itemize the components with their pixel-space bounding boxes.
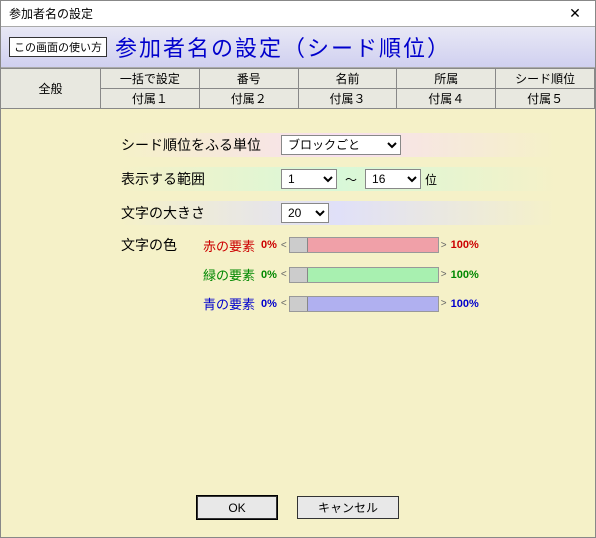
arrow-left-icon[interactable]: < [281, 269, 287, 280]
blue-pct100: 100% [451, 298, 479, 310]
range-from-select[interactable]: 1 [281, 169, 337, 189]
tab-seed[interactable]: シード順位 [496, 69, 595, 89]
seed-unit-label: シード順位をふる単位 [121, 135, 281, 155]
arrow-right-icon[interactable]: > [441, 298, 447, 309]
row-font-size: 文字の大きさ 20 [121, 201, 555, 225]
slider-thumb[interactable] [290, 268, 308, 282]
arrow-right-icon[interactable]: > [441, 240, 447, 251]
green-pct0: 0% [261, 269, 277, 281]
tab-number[interactable]: 番号 [200, 69, 299, 89]
range-label: 表示する範囲 [121, 169, 281, 189]
tab-attr4[interactable]: 付属４ [397, 89, 496, 109]
window: 参加者名の設定 ✕ この画面の使い方 参加者名の設定（シード順位） 全般 一括で… [0, 0, 596, 538]
red-slider[interactable] [289, 237, 439, 253]
content: シード順位をふる単位 ブロックごと 表示する範囲 1 ～ 16 位 文字の大きさ… [1, 109, 595, 537]
tab-general[interactable]: 全般 [1, 69, 101, 109]
tab-affiliation[interactable]: 所属 [397, 69, 496, 89]
blue-slider[interactable] [289, 296, 439, 312]
row-range: 表示する範囲 1 ～ 16 位 [121, 167, 555, 191]
font-size-label: 文字の大きさ [121, 203, 281, 223]
row-color-red: 文字の色 赤の要素 0% < > 100% [121, 235, 555, 255]
tab-attr1[interactable]: 付属１ [101, 89, 200, 109]
range-sep: ～ [345, 171, 357, 188]
button-bar: OK キャンセル [1, 496, 595, 519]
row-seed-unit: シード順位をふる単位 ブロックごと [121, 133, 555, 157]
tab-batch[interactable]: 一括で設定 [101, 69, 200, 89]
blue-pct0: 0% [261, 298, 277, 310]
arrow-left-icon[interactable]: < [281, 298, 287, 309]
slider-fill [308, 238, 438, 252]
row-color-blue: 青の要素 0% < > 100% [121, 294, 555, 313]
cancel-button[interactable]: キャンセル [297, 496, 399, 519]
page-title: 参加者名の設定（シード順位） [115, 31, 451, 63]
ok-button[interactable]: OK [197, 496, 277, 519]
green-slider[interactable] [289, 267, 439, 283]
slider-thumb[interactable] [290, 238, 308, 252]
close-icon[interactable]: ✕ [563, 5, 587, 22]
tabs: 全般 一括で設定 番号 名前 所属 シード順位 付属１ 付属２ 付属３ 付属４ … [1, 68, 595, 109]
tab-attr2[interactable]: 付属２ [200, 89, 299, 109]
header: この画面の使い方 参加者名の設定（シード順位） [1, 26, 595, 68]
font-size-select[interactable]: 20 [281, 203, 329, 223]
tab-name[interactable]: 名前 [299, 69, 398, 89]
green-pct100: 100% [451, 269, 479, 281]
red-pct100: 100% [451, 239, 479, 251]
usage-button[interactable]: この画面の使い方 [9, 37, 107, 57]
red-pct0: 0% [261, 239, 277, 251]
blue-label: 青の要素 [191, 294, 261, 313]
arrow-left-icon[interactable]: < [281, 240, 287, 251]
slider-fill [308, 268, 438, 282]
green-label: 緑の要素 [191, 265, 261, 284]
window-title: 参加者名の設定 [9, 5, 93, 22]
tab-attr3[interactable]: 付属３ [299, 89, 398, 109]
arrow-right-icon[interactable]: > [441, 269, 447, 280]
range-to-select[interactable]: 16 [365, 169, 421, 189]
red-label: 赤の要素 [191, 236, 261, 255]
color-label: 文字の色 [121, 235, 191, 255]
range-unit: 位 [425, 171, 437, 188]
row-color-green: 緑の要素 0% < > 100% [121, 265, 555, 284]
slider-thumb[interactable] [290, 297, 308, 311]
seed-unit-select[interactable]: ブロックごと [281, 135, 401, 155]
tab-attr5[interactable]: 付属５ [496, 89, 595, 109]
slider-fill [308, 297, 438, 311]
titlebar: 参加者名の設定 ✕ [1, 1, 595, 26]
